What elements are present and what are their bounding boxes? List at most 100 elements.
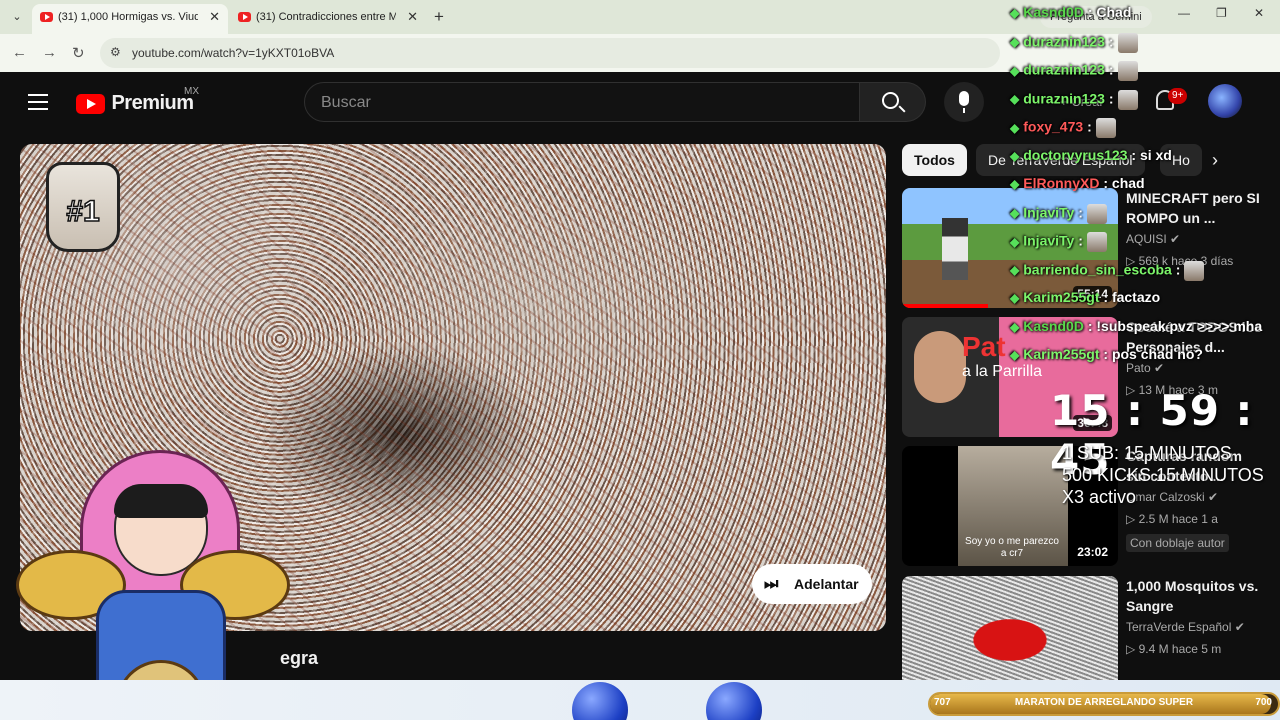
youtube-play-logo-icon — [76, 93, 105, 114]
thumbnail-face — [914, 331, 966, 403]
chat-message: ◆ Karim255gt : pos chad no? — [1010, 346, 1203, 362]
guide-menu-icon[interactable] — [28, 94, 48, 110]
video-meta: ▷ 2.5 M hace 1 a — [1126, 512, 1218, 526]
thumbnail-figure — [942, 218, 968, 280]
youtube-premium-logo[interactable]: Premium MX — [76, 86, 199, 115]
ant-jar-overlay-icon: #1 — [46, 162, 120, 252]
chat-message: ◆ duraznin123 : — [1010, 89, 1138, 110]
chat-username: ElRonnyXD — [1023, 175, 1100, 191]
browser-tab-active[interactable]: (31) 1,000 Hormigas vs. Viuda N ✕ — [32, 4, 228, 34]
chat-badge-icon: ◆ — [1010, 291, 1020, 305]
chat-message: ◆ InjaviTy : — [1010, 232, 1107, 252]
forward-button[interactable]: → — [42, 44, 57, 61]
chat-emote-icon — [1117, 89, 1138, 110]
chat-message: ◆ duraznin123 : — [1010, 61, 1138, 81]
channel-name[interactable]: TerraVerde Español ✔ — [1126, 620, 1245, 634]
search-button[interactable] — [860, 82, 926, 122]
chat-text: : — [1078, 232, 1083, 249]
chat-username: InjaviTy — [1023, 204, 1075, 221]
chat-badge-icon: ◆ — [1010, 348, 1020, 362]
chat-badge-icon: ◆ — [1010, 263, 1020, 278]
reload-button[interactable]: ↻ — [72, 44, 85, 62]
chat-message: ◆ Kasnd0D : Chad — [1010, 4, 1131, 20]
chat-emote-icon — [1184, 260, 1205, 281]
tab-title: (31) Contradicciones entre MAN — [256, 11, 396, 23]
youtube-favicon-icon — [238, 12, 251, 22]
skip-label: Adelantar — [794, 576, 859, 592]
site-info-icon[interactable]: ⚙ — [110, 45, 121, 59]
stream-chat-overlay: ◆ Kasnd0D : Chad ◆ duraznin123 : ◆ duraznin12… — [1004, 0, 1276, 384]
skip-forward-icon: ⏭ — [764, 576, 779, 593]
chat-message: ◆ foxy_473 : — [1010, 118, 1116, 138]
chat-text: : — [1175, 261, 1181, 278]
tab-search-dropdown-icon[interactable]: ⌄ — [8, 8, 26, 26]
rank-badge: #1 — [66, 194, 101, 229]
chat-text: : !subspeak pvz >>>> mha — [1087, 317, 1263, 334]
logo-brand-text: Premium — [111, 92, 194, 114]
video-meta: ▷ 9.4 M hace 5 m — [1126, 642, 1222, 656]
chip-todos[interactable]: Todos — [902, 144, 967, 176]
tab-title: (31) 1,000 Hormigas vs. Viuda N — [58, 11, 198, 23]
chat-username: duraznin123 — [1023, 90, 1105, 107]
video-thumbnail[interactable] — [902, 576, 1118, 696]
chat-username: Karim255gt — [1023, 346, 1100, 362]
video-title[interactable]: 1,000 Mosquitos vs. Sangre — [1126, 576, 1266, 616]
chat-message: ◆ doctorvyrus123 : si xd — [1010, 147, 1172, 163]
chat-username: duraznin123 — [1023, 33, 1105, 50]
tab-close-icon[interactable]: ✕ — [407, 4, 418, 30]
chat-text: : — [1087, 118, 1092, 135]
url-field[interactable]: ⚙ youtube.com/watch?v=1yKXT01oBVA — [100, 38, 1000, 68]
chat-username: InjaviTy — [1023, 232, 1075, 249]
chat-emote-icon — [1086, 232, 1107, 252]
chat-message: ◆ duraznin123 : — [1010, 32, 1138, 53]
progress-right-value: 700 — [1255, 697, 1272, 708]
streamer-avatar — [10, 440, 310, 720]
chat-username: Kasnd0D — [1023, 4, 1084, 20]
chat-emote-icon — [1117, 32, 1138, 53]
chat-username: doctorvyrus123 — [1023, 146, 1128, 163]
goal-line: 500 KICKS 15 MINUTOS — [1062, 465, 1264, 485]
goal-line: X3 activo — [1062, 487, 1137, 507]
search-input[interactable]: Buscar — [304, 82, 860, 122]
watch-progress-bar — [902, 304, 989, 308]
chat-badge-icon: ◆ — [1010, 92, 1020, 107]
chat-text: : si xd — [1131, 146, 1172, 163]
url-text: youtube.com/watch?v=1yKXT01oBVA — [132, 46, 335, 60]
chat-message: ◆ Kasnd0D : !subspeak pvz >>>> mha — [1010, 318, 1262, 334]
search-placeholder: Buscar — [321, 94, 371, 111]
tab-close-icon[interactable]: ✕ — [209, 4, 220, 30]
chat-emote-icon — [1095, 118, 1116, 138]
chat-text: : — [1078, 204, 1083, 221]
chat-username: foxy_473 — [1023, 118, 1084, 135]
chat-text: : — [1108, 33, 1114, 50]
new-tab-button[interactable]: + — [434, 7, 444, 27]
chat-badge-icon: ◆ — [1010, 177, 1020, 191]
chat-text: : — [1108, 90, 1114, 107]
chat-emote-icon — [1086, 203, 1107, 224]
chat-badge-icon: ◆ — [1010, 63, 1020, 78]
voice-search-button[interactable] — [944, 82, 984, 122]
back-button[interactable]: ← — [12, 44, 27, 61]
subathon-goals: 1 SUB: 15 MINUTOS 500 KICKS 15 MINUTOS X… — [1062, 442, 1264, 508]
youtube-favicon-icon — [40, 12, 53, 22]
recommendation-item[interactable]: 1,000 Mosquitos vs. Sangre TerraVerde Es… — [902, 576, 1272, 696]
chat-emote-icon — [1117, 61, 1138, 81]
progress-label: MARATON DE ARREGLANDO SUPER — [1014, 697, 1194, 708]
chat-username: barriendo_sin_escoba — [1023, 261, 1172, 278]
goal-line: 1 SUB: 15 MINUTOS — [1062, 443, 1232, 463]
chat-badge-icon: ◆ — [1010, 148, 1020, 163]
avatar-hair — [114, 484, 208, 518]
chat-badge-icon: ◆ — [1010, 6, 1020, 20]
chat-badge-icon: ◆ — [1010, 234, 1020, 249]
chat-badge-icon: ◆ — [1010, 206, 1020, 221]
chat-text: : pos chad no? — [1103, 346, 1203, 362]
chat-message: ◆ InjaviTy : — [1010, 203, 1107, 224]
browser-tab-inactive[interactable]: (31) Contradicciones entre MAN ✕ — [230, 4, 426, 34]
marathon-progress-bar: 707 MARATON DE ARREGLANDO SUPER 700 — [928, 692, 1280, 716]
thumbnail-text: Pat — [962, 331, 1006, 362]
chat-badge-icon: ◆ — [1010, 120, 1020, 135]
skip-ad-button[interactable]: ⏭ Adelantar — [752, 564, 872, 604]
chat-message: ◆ Karim255gt : factazo — [1010, 289, 1160, 305]
chat-username: Kasnd0D — [1023, 317, 1084, 334]
chat-text: : factazo — [1103, 289, 1161, 305]
